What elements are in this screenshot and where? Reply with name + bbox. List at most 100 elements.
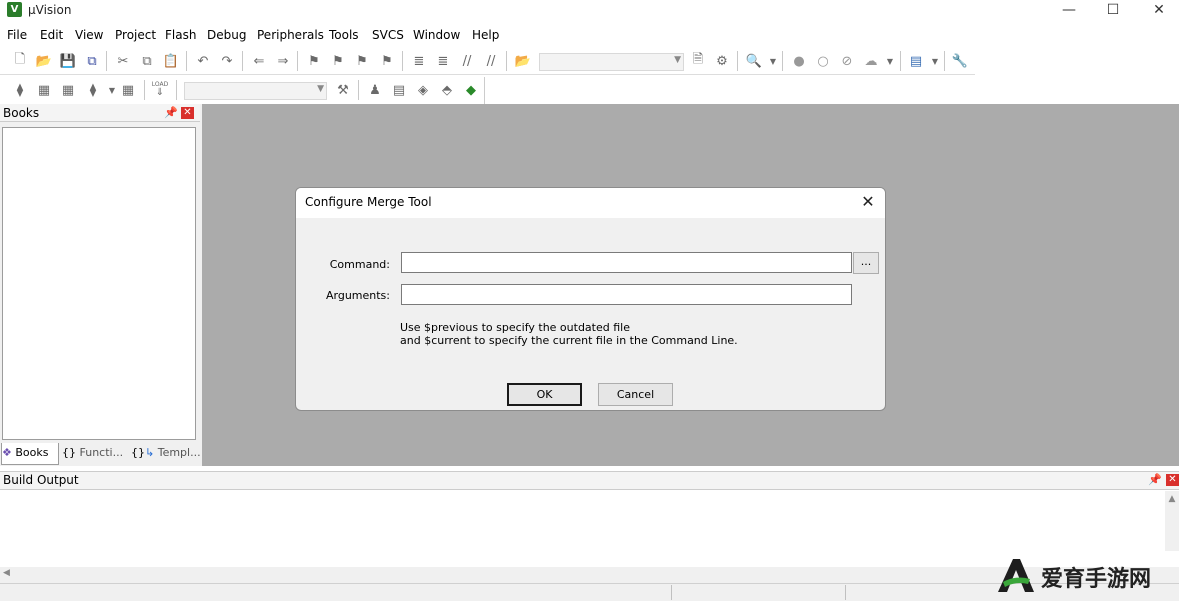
rebuild-icon[interactable]: ▦ [59,81,77,99]
toolbar-separator [506,51,507,71]
debug-session-icon[interactable]: ☁ [862,52,880,70]
zoom-icon[interactable]: 🔍 [745,52,763,70]
menu-tools[interactable]: Tools [329,28,359,42]
tab-functions-label: Functi... [79,446,124,459]
bookmark-icon[interactable]: ⚑ [305,52,323,70]
save-all-icon[interactable]: ⧉ [83,52,101,70]
target-options-icon[interactable]: ⚒ [334,81,352,99]
target-select[interactable]: ▼ [184,82,327,100]
find-combo[interactable]: ▼ [539,53,684,71]
chevron-down-icon[interactable]: ▼ [881,52,899,70]
app-icon: V [7,2,22,17]
status-divider [845,585,846,600]
select-packs-icon[interactable]: ◈ [414,81,432,99]
books-panel-title: Books [3,106,40,120]
menu-file[interactable]: File [7,28,27,42]
browse-button[interactable]: ... [853,252,879,274]
chevron-down-icon[interactable]: ▼ [926,52,944,70]
tab-books[interactable]: ❖ Books [1,443,59,465]
scroll-up-icon[interactable]: ▲ [1165,494,1179,504]
manage-components-icon[interactable]: ♟ [366,81,384,99]
breakpoint-icon[interactable]: ● [790,52,808,70]
minimize-button[interactable]: — [1046,0,1092,22]
redo-icon[interactable]: ↷ [218,52,236,70]
close-icon[interactable]: ✕ [855,190,881,214]
find-icon[interactable]: 🗎 [689,52,707,70]
toolbar-separator [944,51,945,71]
menu-edit[interactable]: Edit [40,28,63,42]
file-toolbar: 🗋 📂 💾 ⧉ ✂ ⧉ 📋 ↶ ↷ ⇐ ⇒ ⚑ ⚑ ⚑ ⚑ ≣ ≣ // // … [0,48,975,75]
cut-icon[interactable]: ✂ [114,52,132,70]
menu-flash[interactable]: Flash [165,28,196,42]
build-output-text[interactable] [0,491,1165,567]
menu-project[interactable]: Project [115,28,156,42]
configure-icon[interactable]: 🔧 [951,52,969,70]
arguments-input[interactable] [401,284,852,305]
functions-braces-icon: {} [62,446,76,459]
menu-help[interactable]: Help [472,28,499,42]
navigate-forward-icon[interactable]: ⇒ [274,52,292,70]
copy-icon[interactable]: ⧉ [138,52,156,70]
templates-icon: {}↳ [131,446,155,459]
cancel-button[interactable]: Cancel [598,383,673,406]
find-in-files-icon[interactable]: 📂 [514,52,532,70]
status-divider [671,585,672,600]
tab-templates[interactable]: {}↳ Templ... [131,443,201,465]
chevron-down-icon: ▼ [674,55,681,65]
batch-build-icon[interactable]: ⧫ [84,81,102,99]
menu-svcs[interactable]: SVCS [372,28,404,42]
indent-icon[interactable]: ≣ [410,52,428,70]
menu-window[interactable]: Window [413,28,460,42]
hint-line-2: and $current to specify the current file… [400,334,738,347]
breakpoint-kill-icon[interactable]: ⊘ [838,52,856,70]
manage-project-icon[interactable]: ▤ [390,81,408,99]
maximize-button[interactable]: ☐ [1090,0,1136,22]
navigate-back-icon[interactable]: ⇐ [250,52,268,70]
tab-functions[interactable]: {} Functi... [62,443,128,465]
toolbar-separator [144,80,145,100]
close-window-button[interactable]: ✕ [1136,0,1179,22]
toolbar-separator [106,51,107,71]
toolbar-separator [358,80,359,100]
build-output-close-icon[interactable]: ✕ [1166,474,1179,486]
scroll-left-icon[interactable]: ◀ [3,568,10,578]
run-time-env-icon[interactable]: ◆ [462,81,480,99]
dialog-title: Configure Merge Tool [305,195,432,209]
incremental-find-icon[interactable]: ⚙ [713,52,731,70]
toolbar-separator [402,51,403,71]
paste-icon[interactable]: 📋 [162,52,180,70]
pin-icon[interactable]: 📌 [164,106,178,119]
menu-debug[interactable]: Debug [207,28,246,42]
stop-build-icon[interactable]: ▦ [119,81,137,99]
breakpoint-disabled-icon[interactable]: ○ [814,52,832,70]
window-layout-icon[interactable]: ▤ [907,52,925,70]
command-label: Command: [329,258,390,271]
uncomment-icon[interactable]: // [482,52,500,70]
bookmark-next-icon[interactable]: ⚑ [353,52,371,70]
undo-icon[interactable]: ↶ [194,52,212,70]
unindent-icon[interactable]: ≣ [434,52,452,70]
build-output-title: Build Output [3,473,79,487]
bookmark-prev-icon[interactable]: ⚑ [329,52,347,70]
ok-button[interactable]: OK [507,383,582,406]
build-icon[interactable]: ▦ [35,81,53,99]
pack-installer-icon[interactable]: ⬘ [438,81,456,99]
comment-icon[interactable]: // [458,52,476,70]
new-file-icon[interactable]: 🗋 [11,52,29,70]
pin-icon[interactable]: 📌 [1148,473,1162,486]
command-input[interactable] [401,252,852,273]
toolbar-separator [297,51,298,71]
open-folder-icon[interactable]: 📂 [35,52,53,70]
chevron-down-icon[interactable]: ▼ [764,52,782,70]
books-tree[interactable] [2,127,196,440]
translate-icon[interactable]: ⧫ [11,81,29,99]
configure-merge-tool-dialog: Configure Merge Tool ✕ Command: ... Argu… [295,187,886,411]
menu-view[interactable]: View [75,28,103,42]
window-title: µVision [28,3,72,17]
load-icon[interactable]: LOAD ⇓ [151,80,169,98]
build-output-header [0,471,1179,490]
save-icon[interactable]: 💾 [59,52,77,70]
menu-peripherals[interactable]: Peripherals [257,28,324,42]
books-close-icon[interactable]: ✕ [181,107,194,119]
bookmark-clear-icon[interactable]: ⚑ [378,52,396,70]
